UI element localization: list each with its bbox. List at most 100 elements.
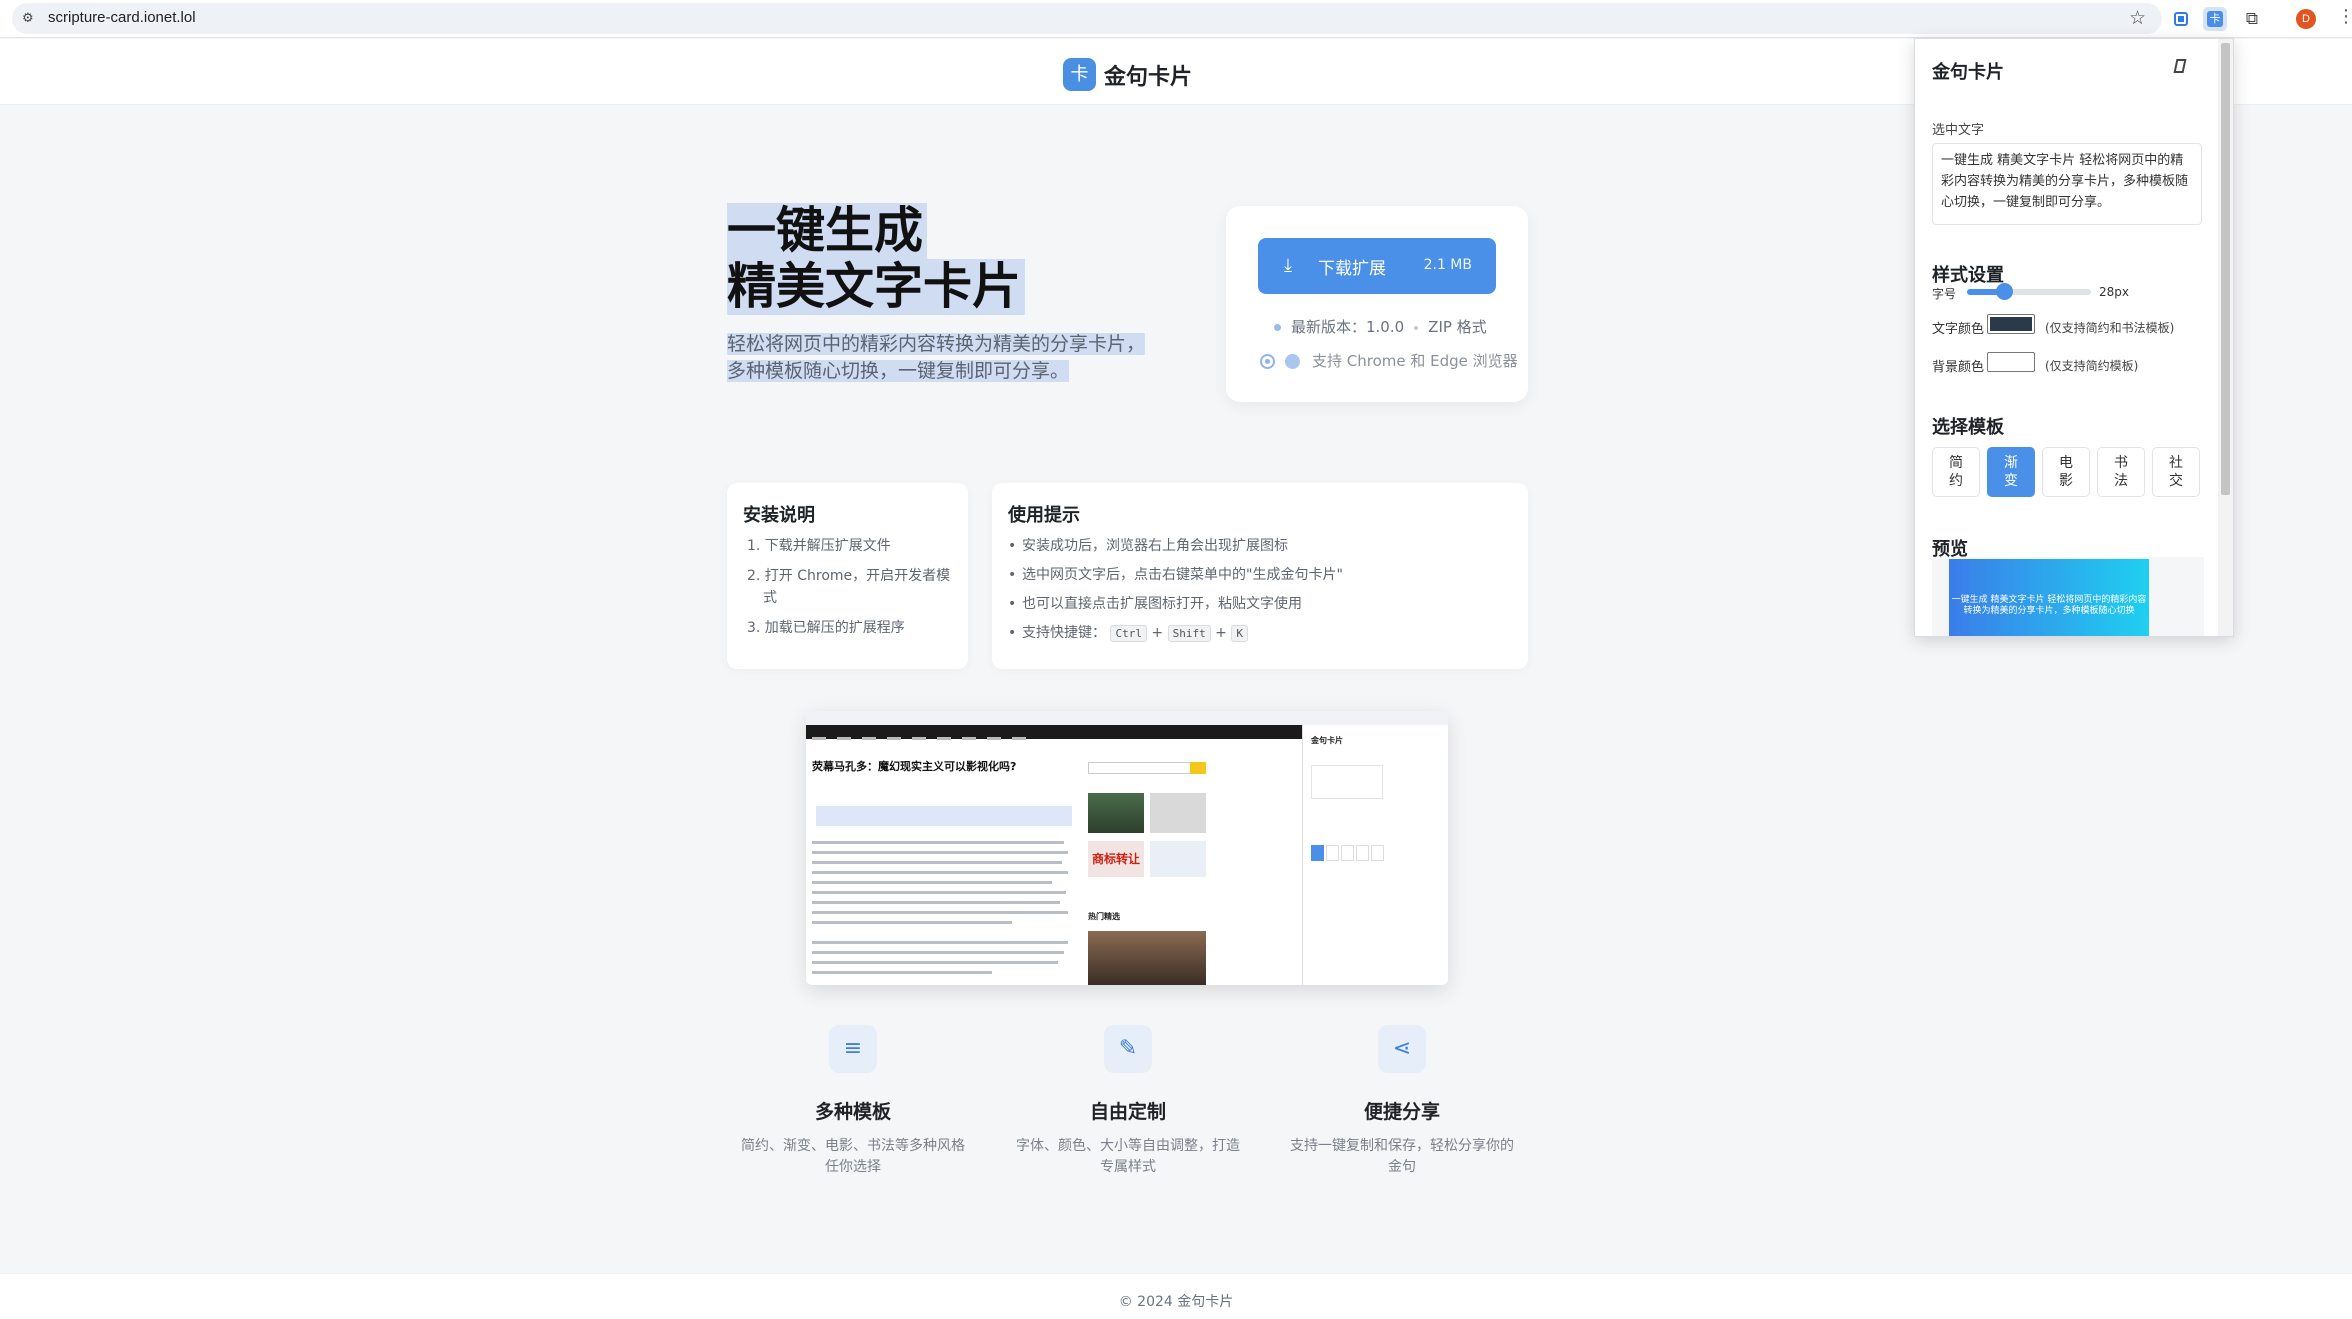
pin-icon[interactable] [2173,59,2187,73]
font-size-slider[interactable] [1967,283,2091,300]
feature-desc: 支持一键复制和保存，轻松分享你的金句 [1290,1138,1514,1175]
tip-shortcut-label: 支持快捷键： [1022,625,1106,641]
share-icon: ⋖ [1378,1025,1426,1073]
demo-image [1088,793,1144,833]
demo-text-line [812,921,1012,924]
key-ctrl: Ctrl [1110,625,1147,642]
demo-search-box [1088,762,1206,774]
font-size-slider-thumb[interactable] [1996,283,2014,300]
profile-avatar[interactable]: D [2296,9,2316,29]
browser-menu-icon[interactable]: ⋮ [2337,7,2352,27]
tips-card: 使用提示 安装成功后，浏览器右上角会出现扩展图标 选中网页文字后，点击右键菜单中… [992,483,1528,669]
feature-title: 自由定制 [1089,1101,1166,1123]
demo-browser-bar [806,711,1448,725]
demo-hot-label: 热门精选 [1088,912,1120,921]
template-social-button[interactable]: 社交 [2152,447,2200,497]
browser-support-row: 支持 Chrome 和 Edge 浏览器 [1260,350,1518,371]
template-label: 渐 [2004,455,2018,471]
demo-text-line [812,951,1064,954]
bg-color-picker[interactable] [1987,352,2035,372]
extension-popup: 金句卡片 选中文字 一键生成 精美文字卡片 轻松将网页中的精彩内容转换为精美的分… [1914,38,2234,637]
popup-scrollbar-thumb[interactable] [2221,43,2230,495]
demo-text-line [812,911,1068,914]
template-label: 约 [1949,473,1963,489]
version-label: 最新版本：1.0.0 [1291,318,1405,336]
text-color-note: (仅支持简约和书法模板) [2045,321,2175,335]
feature-templates: ≡ 多种模板 简约、渐变、电影、书法等多种风格任你选择 [733,1025,973,1178]
extension-icon-a[interactable] [2169,7,2193,31]
logo-icon: 卡 [1063,58,1096,91]
key-plus: + [1215,625,1227,641]
install-step: 2. 打开 Chrome，开启开发者模式 [747,568,951,606]
demo-text-line [812,941,1068,944]
selected-text-label: 选中文字 [1932,123,1985,138]
demo-image [1150,793,1206,833]
site-info-icon[interactable]: ⚙ [22,11,37,26]
font-size-value: 28px [2099,285,2129,299]
feature-title: 便捷分享 [1363,1101,1440,1123]
tip-item: 安装成功后，浏览器右上角会出现扩展图标 [1008,535,1343,557]
demo-text-line [812,961,1058,964]
download-card: ⤓ 下载扩展 2.1 MB 最新版本：1.0.0 ZIP 格式 支持 Chrome… [1226,206,1528,402]
hero-subtitle-text: 轻松将网页中的精彩内容转换为精美的分享卡片，多种模板随心切换，一键复制即可分享。 [727,333,1146,382]
tip-item-shortcut: 支持快捷键： Ctrl + Shift + K [1008,622,1343,645]
text-color-swatch [1990,317,2032,331]
demo-selected-quote [816,806,1072,826]
download-icon: ⤓ [1284,255,1292,276]
feature-desc: 简约、渐变、电影、书法等多种风格任你选择 [741,1138,965,1175]
download-size: 2.1 MB [1423,257,1472,273]
demo-text-line [812,841,1064,844]
demo-text-line [812,891,1066,894]
key-shift: Shift [1167,625,1211,642]
template-label: 社 [2169,455,2183,471]
template-label: 交 [2169,473,2183,489]
demo-image: 商标转让 [1088,841,1144,877]
install-step: 1. 下载并解压扩展文件 [747,538,891,554]
feature-title: 多种模板 [814,1101,891,1123]
extensions-puzzle-icon[interactable]: ⧉ [2240,7,2264,31]
tip-item: 也可以直接点击扩展图标打开，粘贴文字使用 [1008,593,1343,615]
version-dot-icon [1274,324,1281,331]
download-button[interactable]: ⤓ 下载扩展 2.1 MB [1258,238,1496,294]
popup-scrollbar[interactable] [2218,39,2233,636]
template-movie-button[interactable]: 电影 [2042,447,2090,497]
browser-toolbar: ⚙ scripture-card.ionet.lol ☆ 卡 ⧉ D ⋮ [0,0,2352,38]
feature-customize: ✎ 自由定制 字体、颜色、大小等自由调整，打造专属样式 [1008,1025,1248,1178]
demo-text-line [812,861,1062,864]
template-gradient-button[interactable]: 渐变 [1987,447,2035,497]
selected-text-input[interactable]: 一键生成 精美文字卡片 轻松将网页中的精彩内容转换为精美的分享卡片，多种模板随心… [1932,143,2202,225]
scripture-card-extension-icon[interactable]: 卡 [2203,7,2227,31]
format-label: ZIP 格式 [1428,318,1487,336]
template-simple-button[interactable]: 简约 [1932,447,1980,497]
template-label: 法 [2114,473,2128,489]
bookmark-star-icon[interactable]: ☆ [2129,7,2146,29]
demo-text-line [812,901,1060,904]
demo-photo [1088,931,1206,985]
footer-text: © 2024 金句卡片 [1118,1294,1234,1310]
address-bar[interactable]: ⚙ scripture-card.ionet.lol ☆ [12,3,2162,34]
bg-color-note: (仅支持简约模板) [2045,359,2139,373]
list-icon: ≡ [829,1025,877,1073]
demo-panel-textbox [1311,765,1383,799]
edit-icon: ✎ [1104,1025,1152,1073]
style-heading: 样式设置 [1932,265,2004,286]
hero-title: 一键生成 精美文字卡片 [727,203,1026,315]
preview-card: 一键生成 精美文字卡片 轻松将网页中的精彩内容转换为精美的分享卡片，多种模板随心… [1949,559,2149,636]
text-color-picker[interactable] [1987,314,2035,334]
template-label: 变 [2004,473,2018,489]
hero-title-line1: 一键生成 [727,203,928,259]
demo-text-line [812,851,1068,854]
demo-text-line [812,871,1068,874]
template-calligraphy-button[interactable]: 书法 [2097,447,2145,497]
template-label: 简 [1949,455,1963,471]
popup-title: 金句卡片 [1932,62,2004,83]
template-heading: 选择模板 [1932,417,2004,438]
demo-panel-templates [1311,845,1441,861]
site-brand[interactable]: 金句卡片 [1104,59,1192,91]
demo-image [1150,841,1206,877]
url-text[interactable]: scripture-card.ionet.lol [48,9,196,26]
separator-dot [1414,325,1419,330]
text-color-label: 文字颜色 [1932,322,1985,337]
edge-icon [1285,354,1300,369]
install-title: 安装说明 [743,505,815,526]
